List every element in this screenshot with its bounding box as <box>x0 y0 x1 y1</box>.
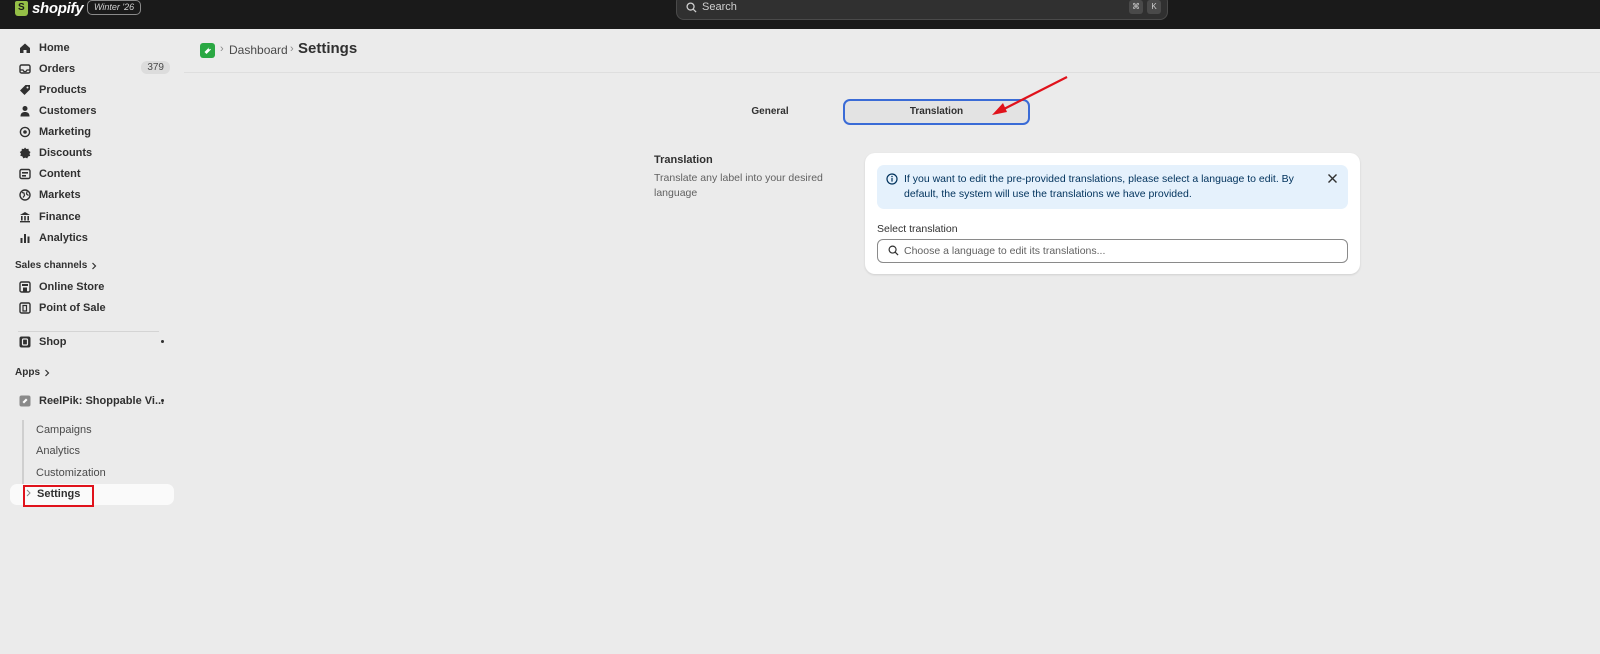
sidebar-item-customers[interactable]: Customers <box>10 100 174 121</box>
sidebar-item-discounts[interactable]: Discounts <box>10 142 174 163</box>
sidebar-item-point-of-sale[interactable]: Point of Sale <box>10 297 174 318</box>
chevron-right-icon <box>45 369 50 376</box>
annotation-highlight-box <box>23 485 94 507</box>
sidebar-item-label: Shop <box>39 335 67 348</box>
sidebar-item-label: Home <box>39 41 70 54</box>
sidebar-item-label: Analytics <box>39 231 88 244</box>
sidebar-item-finance[interactable]: Finance <box>10 206 174 227</box>
sidebar-item-label: Markets <box>39 188 81 201</box>
sidebar-item-label: Orders <box>39 62 76 75</box>
sidebar-item-products[interactable]: Products <box>10 79 174 100</box>
pin-dot <box>161 399 164 402</box>
globe-icon <box>18 188 31 201</box>
sales-channels-label: Sales channels <box>15 260 88 271</box>
content-icon <box>18 167 31 180</box>
page-header: › Dashboard › Settings <box>184 29 1600 73</box>
sidebar-item-label: Content <box>39 167 81 180</box>
sidebar-item-markets[interactable]: Markets <box>10 184 174 205</box>
bank-icon <box>18 210 31 223</box>
reelpik-app-icon <box>18 394 31 407</box>
shortcut-k-key: K <box>1147 0 1161 14</box>
sidebar-item-orders[interactable]: Orders 379 <box>10 58 174 79</box>
sales-channels-section[interactable]: Sales channels <box>15 260 97 271</box>
target-icon <box>18 125 31 138</box>
tag-icon <box>18 83 31 96</box>
breadcrumb-separator: › <box>290 43 294 55</box>
store-icon <box>18 280 31 293</box>
subnav-customization[interactable]: Customization <box>36 467 106 479</box>
section-description: Translate any label into your desired la… <box>654 172 823 199</box>
orders-count-badge: 379 <box>141 61 170 74</box>
search-icon <box>888 245 899 256</box>
sidebar-item-label: Online Store <box>39 280 105 293</box>
tab-general[interactable]: General <box>720 99 820 125</box>
subnav-campaigns[interactable]: Campaigns <box>36 424 92 436</box>
inbox-icon <box>18 62 31 75</box>
sidebar-item-content[interactable]: Content <box>10 163 174 184</box>
home-icon <box>18 41 31 54</box>
sidebar-item-reelpik-app[interactable]: ReelPik: Shoppable Vi... <box>10 390 174 411</box>
bar-chart-icon <box>18 231 31 244</box>
logo-text: shopify <box>32 0 84 17</box>
language-search-input[interactable] <box>904 242 1334 260</box>
shortcut-cmd-key: ⌘ <box>1129 0 1143 14</box>
translation-card: If you want to edit the pre-provided tra… <box>865 153 1360 274</box>
sidebar-item-label: Point of Sale <box>39 301 106 314</box>
sidebar-item-label: Finance <box>39 210 81 223</box>
pin-dot <box>161 340 164 343</box>
apps-label: Apps <box>15 367 40 378</box>
shopify-bag-icon <box>15 0 28 16</box>
page-title: Settings <box>298 40 358 57</box>
sidebar-item-shop[interactable]: Shop <box>10 331 174 352</box>
search-icon <box>686 2 697 13</box>
info-icon <box>886 173 898 185</box>
reelpik-logo-icon[interactable] <box>200 43 215 58</box>
section-title: Translation <box>654 154 713 166</box>
info-banner: If you want to edit the pre-provided tra… <box>877 165 1348 209</box>
sidebar-item-label: ReelPik: Shoppable Vi... <box>39 394 165 407</box>
pos-icon <box>18 301 31 314</box>
sidebar-item-online-store[interactable]: Online Store <box>10 276 174 297</box>
chevron-right-icon <box>92 262 97 269</box>
apps-section[interactable]: Apps <box>15 367 50 378</box>
edition-badge: Winter '26 <box>87 0 142 15</box>
close-icon[interactable] <box>1327 173 1338 184</box>
global-search-bar[interactable]: Search ⌘ K <box>676 0 1168 20</box>
breadcrumb-dashboard[interactable]: Dashboard <box>229 43 288 57</box>
sidebar-item-label: Discounts <box>39 146 93 159</box>
search-placeholder: Search <box>702 1 737 13</box>
discount-icon <box>18 146 31 159</box>
sidebar-item-label: Products <box>39 83 87 96</box>
subnav-analytics[interactable]: Analytics <box>36 445 80 457</box>
shop-icon <box>18 335 31 348</box>
select-translation-label: Select translation <box>877 223 958 235</box>
breadcrumb-separator: › <box>220 43 224 55</box>
shopify-logo[interactable]: shopify <box>15 0 84 17</box>
sidebar-item-label: Customers <box>39 104 97 117</box>
person-icon <box>18 104 31 117</box>
sidebar-item-marketing[interactable]: Marketing <box>10 121 174 142</box>
sidebar-item-label: Marketing <box>39 125 91 138</box>
sidebar-item-home[interactable]: Home <box>10 37 174 58</box>
top-bar: shopify Winter '26 Search ⌘ K <box>0 0 1600 29</box>
info-banner-text: If you want to edit the pre-provided tra… <box>904 173 1294 200</box>
sidebar-item-analytics[interactable]: Analytics <box>10 227 174 248</box>
language-search-field[interactable] <box>877 239 1348 263</box>
annotation-arrow <box>992 76 1068 115</box>
sidebar: Home Orders 379 Products Customers Marke… <box>0 29 184 654</box>
